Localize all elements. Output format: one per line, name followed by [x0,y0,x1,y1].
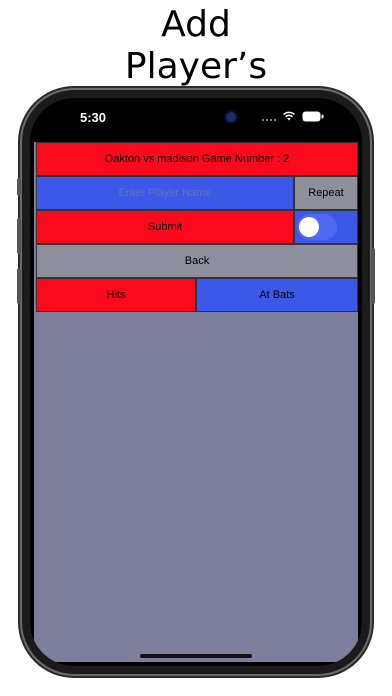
status-icons [262,110,324,122]
promo-title: Add Player’s [0,4,392,88]
repeat-toggle[interactable] [297,214,337,240]
player-name-container [36,176,294,210]
repeat-label: Repeat [294,176,358,210]
add-player-view: Oakton vs madison Game Number : 2 Repeat… [34,142,358,662]
battery-icon [302,111,324,121]
name-row: Repeat [36,176,358,210]
phone-screen: 5:30 Oakton vs madison Game Number: 2 E… [30,98,362,666]
game-title: Oakton vs madison Game Number : 2 [36,142,358,176]
signal-icon [262,111,276,121]
camera-icon [226,112,236,122]
back-row: Back [36,244,358,278]
status-bar: 5:30 [30,98,362,138]
phone-frame: 5:30 Oakton vs madison Game Number: 2 E… [17,90,375,674]
promo-title-line-1: Add [161,4,231,45]
home-indicator[interactable] [140,654,252,658]
submit-button[interactable]: Submit [36,210,294,244]
back-button[interactable]: Back [36,244,358,278]
player-name-input[interactable] [37,177,293,209]
at-bats-button[interactable]: At Bats [196,278,358,312]
toggle-knob [299,217,319,237]
submit-row: Submit [36,210,358,244]
status-time: 5:30 [80,110,107,125]
game-title-row: Oakton vs madison Game Number : 2 [36,142,358,176]
repeat-toggle-container [294,210,358,244]
promo-title-line-2: Player’s [124,46,268,87]
power-button [371,248,375,304]
silent-switch [17,178,21,196]
volume-down-button [17,268,21,304]
volume-up-button [17,218,21,254]
hits-button[interactable]: Hits [36,278,196,312]
wifi-icon [283,111,295,121]
stats-header-row: Hits At Bats [36,278,358,312]
